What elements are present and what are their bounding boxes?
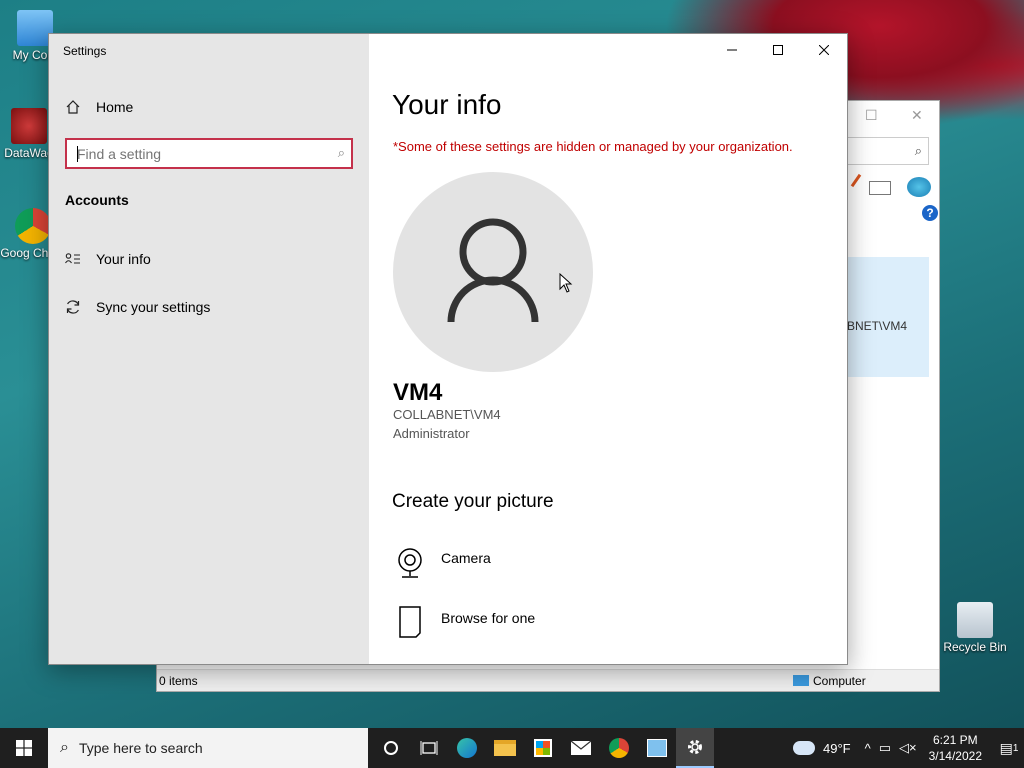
search-icon: ⌕ [337, 145, 345, 160]
cloud-icon [793, 741, 815, 755]
gear-icon [688, 740, 702, 754]
settings-search[interactable]: ⌕ [65, 138, 353, 169]
network-icon[interactable]: ▭ [879, 740, 891, 756]
search-icon: ⌕ [914, 143, 922, 158]
control-panel-icon [647, 739, 667, 757]
camera-option-label: Camera [441, 550, 491, 566]
explorer-maximize-icon[interactable]: ☐ [865, 107, 878, 124]
notification-icon: ▤ [999, 739, 1013, 756]
user-role: Administrator [393, 426, 470, 441]
file-explorer-button[interactable] [486, 728, 524, 768]
explorer-search-box[interactable]: ⌕ [847, 137, 929, 165]
org-managed-notice: *Some of these settings are hidden or ma… [393, 139, 793, 154]
settings-button[interactable] [676, 728, 714, 768]
nav-home-label: Home [96, 99, 134, 115]
explorer-close-icon[interactable]: ✕ [911, 107, 923, 124]
person-list-icon [65, 251, 81, 267]
text-caret [77, 146, 78, 162]
nav-your-info[interactable]: Your info [65, 247, 151, 271]
mail-button[interactable] [562, 728, 600, 768]
nav-home[interactable]: Home [65, 95, 133, 119]
volume-muted-icon[interactable]: ◁× [899, 740, 917, 756]
nav-your-info-label: Your info [96, 251, 151, 267]
computer-icon [793, 675, 809, 686]
settings-window[interactable]: Settings Home ⌕ Accounts Your info Sync … [48, 33, 848, 665]
folder-icon [494, 740, 516, 756]
selected-item-label: BNET\VM4 [847, 319, 908, 333]
weather-widget[interactable]: 49°F [793, 741, 851, 756]
clock-time: 6:21 PM [932, 733, 978, 747]
home-icon [65, 99, 81, 115]
chrome-button[interactable] [600, 728, 638, 768]
settings-content: Your info *Some of these settings are hi… [391, 34, 841, 664]
edge-icon [457, 738, 477, 758]
mouse-cursor-icon [559, 273, 573, 293]
section-heading-accounts: Accounts [65, 192, 129, 208]
edge-button[interactable] [448, 728, 486, 768]
taskbar-search[interactable]: ⌕ Type here to search [48, 728, 368, 768]
taskbar-apps [368, 728, 714, 768]
task-view-icon [420, 741, 438, 755]
browse-option-label: Browse for one [441, 610, 536, 626]
user-display-name: VM4 [393, 379, 443, 406]
avatar [393, 172, 593, 372]
store-icon [534, 739, 552, 757]
control-panel-button[interactable] [638, 728, 676, 768]
create-picture-heading: Create your picture [392, 491, 554, 512]
start-button[interactable] [0, 728, 48, 768]
recycle-bin-icon [957, 602, 993, 638]
search-icon: ⌕ [60, 739, 69, 756]
taskbar-search-placeholder: Type here to search [78, 740, 203, 756]
clock[interactable]: 6:21 PM 3/14/2022 [929, 732, 982, 764]
chevron-up-icon[interactable]: ^ [865, 741, 871, 756]
clock-date: 3/14/2022 [928, 749, 982, 763]
window-title: Settings [63, 44, 107, 58]
camera-option[interactable]: Camera [395, 546, 491, 580]
task-view-button[interactable] [410, 728, 448, 768]
item-count: 0 items [159, 674, 198, 688]
user-account-name: COLLABNET\VM4 [393, 407, 501, 422]
taskbar: ⌕ Type here to search 49°F ^ ▭ ◁× 6:21 P… [0, 728, 1024, 768]
location-indicator: Computer [793, 674, 866, 688]
windows-logo-icon [16, 740, 32, 756]
chrome-icon [609, 738, 629, 758]
settings-sidebar: Settings Home ⌕ Accounts Your info Sync … [49, 34, 369, 664]
cortana-icon [384, 741, 398, 755]
location-label: Computer [813, 674, 866, 688]
network-icon[interactable] [907, 177, 931, 197]
help-icon[interactable]: ? [922, 205, 938, 221]
notification-count: 1 [1012, 742, 1019, 754]
explorer-selected-item[interactable]: BNET\VM4 [847, 257, 929, 377]
system-tray: 49°F ^ ▭ ◁× 6:21 PM 3/14/2022 ▤ 1 [793, 728, 1024, 768]
browse-option[interactable]: Browse for one [395, 606, 535, 640]
cortana-button[interactable] [372, 728, 410, 768]
desktop-icon-recycle-bin[interactable]: Recycle Bin [940, 602, 1010, 654]
weather-temperature: 49°F [823, 740, 851, 756]
notification-center-button[interactable]: ▤ 1 [994, 740, 1024, 757]
edit-icon[interactable] [850, 173, 862, 188]
file-icon [399, 606, 421, 638]
chrome-icon [15, 208, 51, 244]
sync-icon [65, 299, 81, 315]
settings-search-input[interactable] [67, 140, 317, 167]
page-title: Your info [392, 89, 502, 120]
store-button[interactable] [524, 728, 562, 768]
user-placeholder-icon [447, 218, 539, 323]
camera-icon [398, 548, 422, 578]
nav-sync-settings[interactable]: Sync your settings [65, 295, 210, 319]
desktop-icon-label: Recycle Bin [943, 640, 1007, 654]
email-icon[interactable] [869, 181, 891, 195]
explorer-status-bar: 0 items Computer [157, 669, 939, 691]
mail-icon [570, 740, 592, 755]
nav-sync-settings-label: Sync your settings [96, 299, 211, 315]
datawagon-icon [11, 108, 47, 144]
